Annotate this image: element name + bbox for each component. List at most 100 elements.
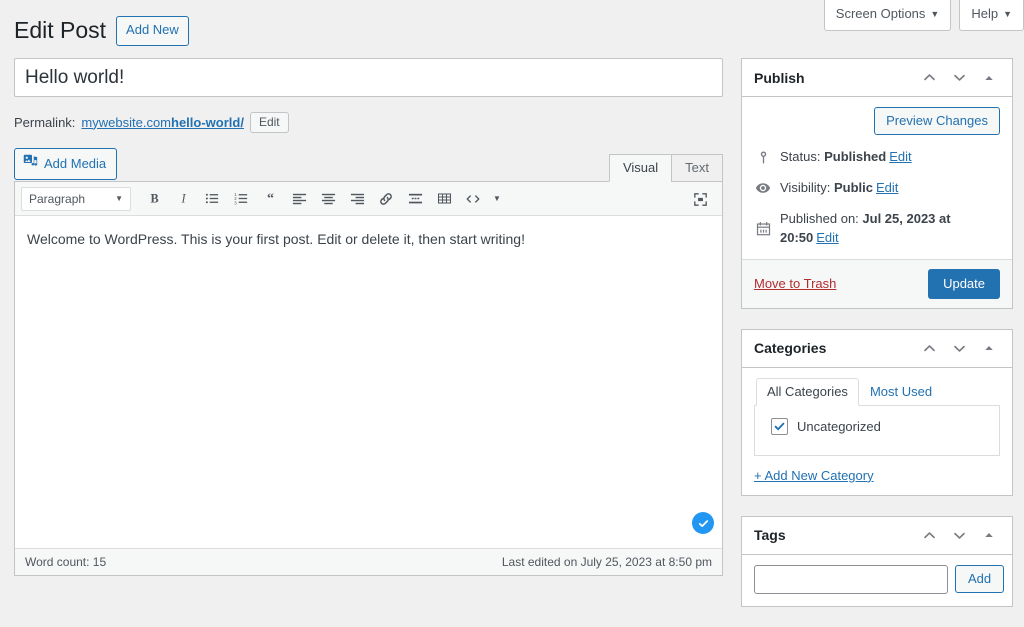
align-center-icon[interactable]: [314, 186, 342, 212]
fullscreen-icon[interactable]: [686, 186, 714, 212]
svg-text:I: I: [180, 192, 186, 206]
toggle-panel-icon[interactable]: [976, 65, 1002, 91]
panel-controls: [916, 522, 1002, 548]
status-row: Status: PublishedEdit: [754, 148, 1000, 166]
permalink-row: Permalink: mywebsite.comhello-world/ Edi…: [14, 110, 723, 134]
edit-permalink-button[interactable]: Edit: [250, 112, 289, 133]
tab-text[interactable]: Text: [671, 154, 723, 182]
screen-options-button[interactable]: Screen Options ▼: [824, 0, 952, 31]
toggle-panel-icon[interactable]: [976, 335, 1002, 361]
insert-link-icon[interactable]: [372, 186, 400, 212]
tags-panel-body: Add: [742, 555, 1012, 606]
editor-paragraph: Welcome to WordPress. This is your first…: [25, 226, 712, 250]
eye-icon: [754, 179, 772, 197]
add-new-category-link[interactable]: + Add New Category: [754, 468, 874, 483]
add-tag-button[interactable]: Add: [955, 565, 1004, 593]
read-more-icon[interactable]: [401, 186, 429, 212]
main-editor-column: Permalink: mywebsite.comhello-world/ Edi…: [14, 58, 723, 576]
tag-input[interactable]: [754, 565, 948, 594]
editor-content-area[interactable]: Welcome to WordPress. This is your first…: [15, 216, 722, 548]
published-on-text: Published on: Jul 25, 2023 at 20:50Edit: [780, 210, 1000, 246]
post-title-input[interactable]: [14, 58, 723, 97]
permalink-domain: mywebsite.com: [81, 115, 171, 130]
align-right-icon[interactable]: [343, 186, 371, 212]
move-up-icon[interactable]: [916, 522, 942, 548]
pin-icon: [754, 148, 772, 166]
numbered-list-icon[interactable]: 1 2 3: [227, 186, 255, 212]
tab-visual[interactable]: Visual: [609, 154, 672, 182]
move-up-icon[interactable]: [916, 335, 942, 361]
update-button[interactable]: Update: [928, 269, 1000, 299]
permalink-slug: hello-world/: [171, 115, 244, 130]
status-text: Status: PublishedEdit: [780, 148, 912, 166]
tags-panel: Tags Add: [741, 516, 1013, 607]
tags-panel-title: Tags: [754, 527, 916, 543]
align-left-icon[interactable]: [285, 186, 313, 212]
move-down-icon[interactable]: [946, 65, 972, 91]
tab-most-used[interactable]: Most Used: [859, 378, 943, 406]
list-item[interactable]: Uncategorized: [765, 418, 989, 435]
edit-status-link[interactable]: Edit: [889, 149, 911, 164]
last-edited: Last edited on July 25, 2023 at 8:50 pm: [502, 555, 712, 569]
bulleted-list-icon[interactable]: [198, 186, 226, 212]
preview-changes-button[interactable]: Preview Changes: [874, 107, 1000, 135]
permalink-link[interactable]: mywebsite.comhello-world/: [81, 115, 244, 130]
italic-icon[interactable]: I: [169, 186, 197, 212]
categories-panel-body: All Categories Most Used Uncategorized +…: [742, 368, 1012, 495]
page-title: Edit Post: [14, 16, 106, 46]
published-label: Published on:: [780, 211, 859, 226]
chevron-down-icon: ▼: [930, 9, 939, 19]
editor-container: Paragraph ▼ B I 1 2 3: [14, 181, 723, 576]
blockquote-icon[interactable]: “: [256, 186, 284, 212]
tags-panel-header: Tags: [742, 517, 1012, 555]
categories-panel: Categories All Categories Most Used: [741, 329, 1013, 496]
publish-panel-header: Publish: [742, 59, 1012, 97]
page-header: Edit Post Add New: [14, 16, 189, 46]
edit-visibility-link[interactable]: Edit: [876, 180, 898, 195]
checkbox-checked-icon[interactable]: [771, 418, 788, 435]
media-and-tabs-row: Add Media Visual Text: [14, 148, 723, 181]
help-button[interactable]: Help▼: [959, 0, 1024, 31]
publish-panel-footer: Move to Trash Update: [742, 259, 1012, 308]
chevron-down-icon: ▼: [1003, 9, 1012, 19]
move-down-icon[interactable]: [946, 522, 972, 548]
svg-text:“: “: [266, 191, 273, 206]
panel-controls: [916, 335, 1002, 361]
screen-options-label: Screen Options: [836, 6, 926, 21]
editor-mode-tabs: Visual Text: [610, 154, 723, 182]
add-new-button[interactable]: Add New: [116, 16, 189, 45]
calendar-icon: [754, 220, 772, 238]
editor-toolbar: Paragraph ▼ B I 1 2 3: [15, 182, 722, 216]
visibility-label: Visibility:: [780, 180, 830, 195]
permalink-label: Permalink:: [14, 115, 75, 130]
sidebar-column: Publish Preview Changes Sta: [741, 58, 1013, 627]
add-media-label: Add Media: [44, 155, 106, 173]
add-media-button[interactable]: Add Media: [14, 148, 117, 180]
chevron-down-icon: ▼: [115, 194, 123, 203]
svg-text:3: 3: [234, 200, 237, 205]
publish-panel: Publish Preview Changes Sta: [741, 58, 1013, 309]
toolbar-toggle-icon[interactable]: ▼: [488, 186, 506, 212]
format-select[interactable]: Paragraph ▼: [21, 187, 131, 211]
toggle-panel-icon[interactable]: [976, 522, 1002, 548]
edit-published-link[interactable]: Edit: [816, 230, 838, 245]
saved-checkmark-icon: [692, 512, 714, 534]
move-to-trash-link[interactable]: Move to Trash: [754, 276, 836, 291]
category-tabs: All Categories Most Used: [754, 378, 1000, 406]
media-icon: [23, 154, 38, 174]
tab-all-categories[interactable]: All Categories: [756, 378, 859, 406]
table-icon[interactable]: [430, 186, 458, 212]
status-value: Published: [824, 149, 886, 164]
visibility-row: Visibility: PublicEdit: [754, 179, 1000, 197]
screen-meta-toolbar: Screen Options ▼ Help▼: [824, 0, 1024, 31]
panel-controls: [916, 65, 1002, 91]
bold-icon[interactable]: B: [140, 186, 168, 212]
categories-panel-header: Categories: [742, 330, 1012, 368]
move-down-icon[interactable]: [946, 335, 972, 361]
published-on-row: Published on: Jul 25, 2023 at 20:50Edit: [754, 210, 1000, 246]
move-up-icon[interactable]: [916, 65, 942, 91]
code-icon[interactable]: [459, 186, 487, 212]
format-select-value: Paragraph: [29, 192, 85, 206]
status-label: Status:: [780, 149, 820, 164]
visibility-value: Public: [834, 180, 873, 195]
